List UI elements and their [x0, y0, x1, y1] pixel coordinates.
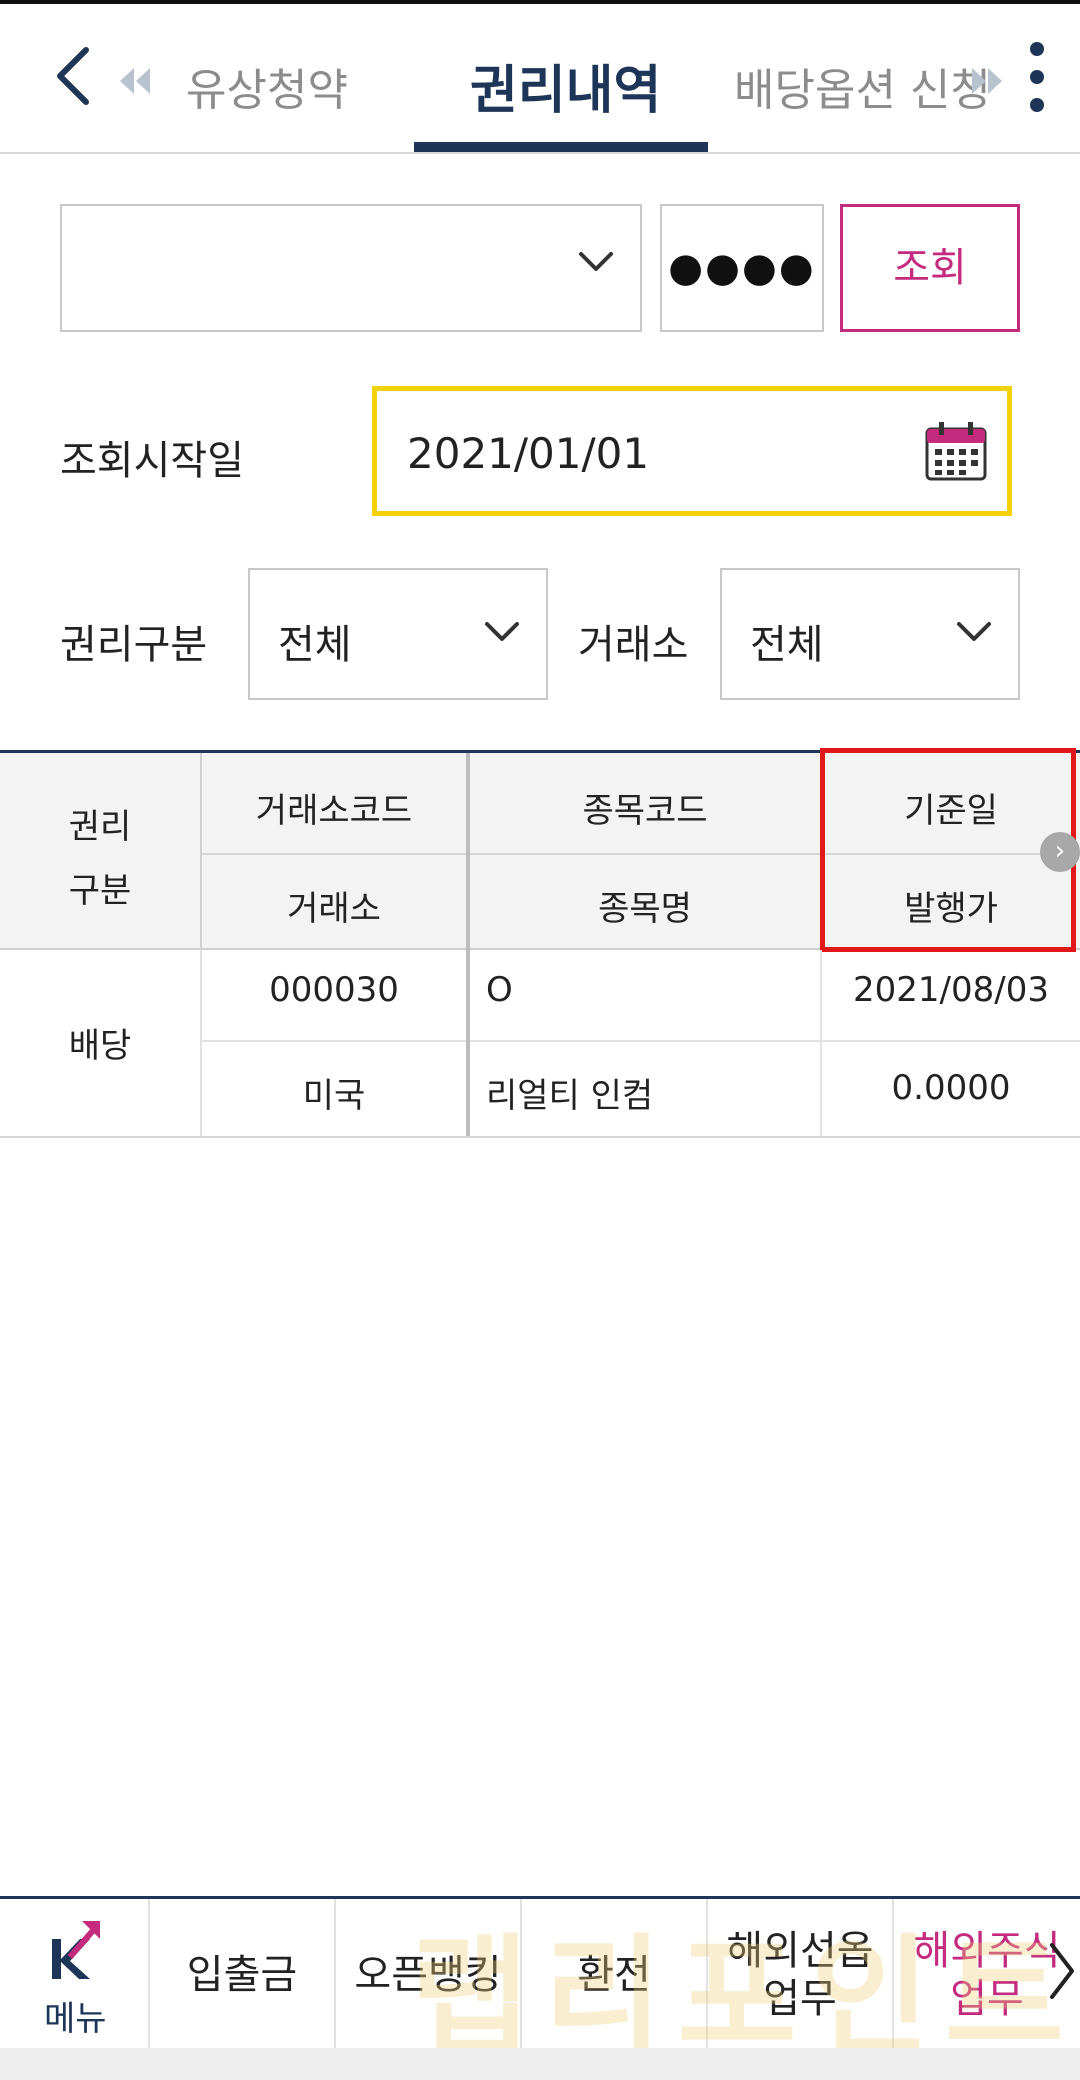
exchange-value: 전체	[750, 622, 824, 668]
header-symbol-name: 종목명	[598, 889, 692, 929]
system-bar	[0, 2048, 1080, 2080]
cell-issue-price: 0.0000	[891, 1068, 1011, 1108]
highlight-box	[820, 748, 1076, 952]
start-date-value: 2021/01/01	[407, 429, 650, 478]
right-type-label: 권리구분	[60, 622, 208, 668]
account-select[interactable]	[60, 204, 642, 332]
calendar-icon[interactable]	[925, 421, 987, 481]
cell-exchange: 미국	[302, 1076, 366, 1116]
column-divider	[200, 753, 202, 953]
cell-right-type: 배당	[68, 1026, 132, 1066]
nav-deposit-withdraw[interactable]: 입출금	[150, 1899, 336, 2051]
password-field[interactable]: ●●●●	[660, 204, 824, 332]
start-date-label: 조회시작일	[60, 438, 244, 484]
nav-overseas-futures[interactable]: 해외선옵 업무	[708, 1899, 894, 2051]
column-divider	[820, 950, 822, 1136]
nav-open-banking[interactable]: 오픈뱅킹	[336, 1899, 522, 2051]
header-symbol-code: 종목코드	[582, 791, 708, 831]
chevron-left-icon	[57, 47, 89, 105]
column-divider	[466, 950, 470, 1136]
k-logo-icon	[52, 1921, 100, 1979]
tab-rights-history[interactable]: 권리내역	[470, 48, 661, 123]
right-type-select[interactable]: 전체	[248, 568, 548, 700]
chevron-right-icon[interactable]	[1046, 1939, 1076, 2003]
active-tab-indicator	[414, 142, 708, 152]
cell-base-date: 2021/08/03	[853, 970, 1049, 1010]
tab-rights-offering[interactable]: 유상청약	[186, 54, 348, 118]
start-date-field[interactable]: 2021/01/01	[372, 386, 1012, 516]
exchange-label: 거래소	[578, 622, 689, 668]
search-button[interactable]: 조회	[840, 204, 1020, 332]
cell-symbol-code: O	[486, 970, 513, 1010]
header-exchange-code: 거래소코드	[255, 791, 413, 831]
bottom-nav: 메뉴 입출금 오픈뱅킹 환전 해외선옵 업무 해외주식 업무	[0, 1896, 1080, 2051]
chevron-down-icon	[957, 622, 991, 641]
double-arrow-right-icon[interactable]	[970, 68, 1004, 98]
column-divider	[200, 950, 202, 1136]
exchange-select[interactable]: 전체	[720, 568, 1020, 700]
tab-header: 유상청약 권리내역 배당옵션 신청	[0, 4, 1080, 154]
scroll-right-icon[interactable]: ›	[1040, 832, 1080, 872]
chevron-down-icon	[579, 252, 613, 271]
table-row[interactable]: 배당 000030 미국 O 리얼티 인컴 2021/08/03 0.0000	[0, 950, 1080, 1138]
menu-label: 메뉴	[44, 1999, 107, 2039]
tab-dividend-option[interactable]: 배당옵션 신청	[734, 54, 991, 118]
cell-exchange-code: 000030	[269, 970, 399, 1010]
header-right-type: 권리 구분	[68, 807, 132, 911]
menu-button[interactable]: 메뉴	[0, 1899, 150, 2051]
double-arrow-left-icon[interactable]	[118, 68, 152, 98]
row-divider	[202, 1040, 1080, 1042]
back-button[interactable]	[52, 46, 96, 106]
more-options-icon[interactable]	[1022, 42, 1052, 118]
nav-exchange[interactable]: 환전	[522, 1899, 708, 2051]
right-type-value: 전체	[278, 622, 352, 668]
cell-symbol-name: 리얼티 인컴	[486, 1076, 654, 1116]
header-exchange: 거래소	[287, 889, 381, 929]
chevron-down-icon	[485, 622, 519, 641]
column-divider	[466, 753, 470, 953]
